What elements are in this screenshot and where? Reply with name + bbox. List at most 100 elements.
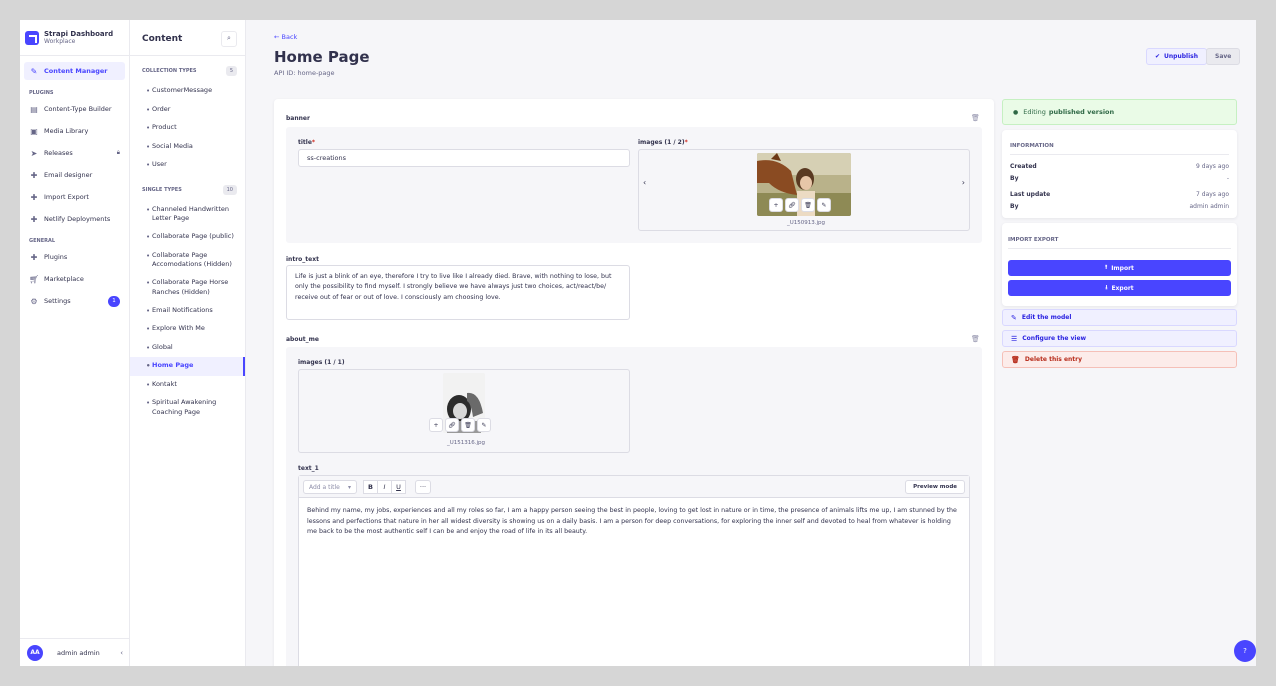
subnav-item-label: Channeled Handwritten Letter Page [152,204,230,223]
subnav-item[interactable]: • Collaborate Page Accomodations (Hidden) [130,247,245,275]
created-value: 9 days ago [1196,163,1229,170]
nav-email-designer[interactable]: ✚ Email designer [24,166,125,184]
collection-types-label[interactable]: COLLECTION TYPES [142,68,197,74]
subnav-item[interactable]: • Product [130,119,245,138]
nav-label: Content-Type Builder [44,105,112,113]
created-label: Created [1010,163,1037,170]
trash-icon[interactable]: 🗑︎ [461,418,475,432]
nav-label: Netlify Deployments [44,215,111,223]
import-button[interactable]: ⭱ Import [1008,260,1231,276]
subnav-item[interactable]: • Collaborate Page (public) [130,228,245,247]
user-menu[interactable]: AA admin admin ‹ [20,638,130,666]
single-types-label[interactable]: SINGLE TYPES [142,187,182,193]
nav-content-manager[interactable]: ✎ Content Manager [24,62,125,80]
italic-button[interactable]: I [377,480,392,494]
subnav-item-label: Kontakt [152,379,177,388]
nav-content-type-builder[interactable]: ▤ Content-Type Builder [24,100,125,118]
subnav-item-label: Order [152,104,171,113]
about-me-label: about_me [286,336,319,343]
subnav-item[interactable]: • Home Page [130,357,245,376]
text-1-label: text_1 [298,465,319,472]
preview-mode-button[interactable]: Preview mode [905,480,965,494]
search-button[interactable]: ⌕ [221,30,237,47]
subnav-item[interactable]: • Order [130,101,245,120]
nav-netlify-deployments[interactable]: ✚ Netlify Deployments [24,210,125,228]
edit-form: banner 🗑︎ title* ss-creations images (1 … [274,99,994,666]
configure-view-button[interactable]: ☰ Configure the view [1002,330,1237,347]
unpublish-button[interactable]: ✔ Unpublish [1146,48,1207,65]
brand-subtitle: Workplace [44,38,76,45]
link-icon[interactable]: 🔗︎ [785,198,799,212]
subnav-item[interactable]: • User [130,156,245,175]
underline-button[interactable]: U [391,480,406,494]
settings-badge: 1 [108,295,120,307]
pencil-icon[interactable]: ✎ [817,198,831,212]
chevron-right-icon[interactable]: › [962,178,965,187]
subnav-item[interactable]: • CustomerMessage [130,82,245,101]
created-by-value: - [1226,175,1229,182]
text-1-content[interactable]: Behind my name, my jobs, experiences and… [307,506,957,538]
about-images-input[interactable]: + 🔗︎ 🗑︎ ✎ _U151316.jpg [298,369,630,453]
main-nav: Strapi Dashboard Workplace ✎ Content Man… [20,20,130,666]
nav-marketplace[interactable]: 🛒︎ Marketplace [24,270,125,288]
title-input[interactable]: ss-creations [298,149,630,167]
single-types-count: 10 [222,184,237,195]
subnav-item[interactable]: • Social Media [130,138,245,157]
add-icon[interactable]: + [429,418,443,432]
brand: Strapi Dashboard Workplace [20,20,129,56]
bold-button[interactable]: B [363,480,378,494]
banner-images-label: images (1 / 2)* [638,139,688,146]
divider [1008,248,1231,249]
about-image-actions: + 🔗︎ 🗑︎ ✎ [429,418,491,432]
save-button[interactable]: Save [1206,48,1241,65]
nav-import-export[interactable]: ✚ Import Export [24,188,125,206]
subnav-item-label: Product [152,123,177,131]
import-export-panel: IMPORT EXPORT ⭱ Import ⭳ Export [1002,223,1237,306]
subnav-item[interactable]: • Global [130,339,245,358]
edit-model-label: Edit the model [1021,314,1072,321]
help-button[interactable]: ? [1234,640,1256,662]
trash-icon[interactable]: 🗑︎ [971,335,980,343]
delete-entry-button[interactable]: 🗑︎ Delete this entry [1002,351,1237,368]
subnav-item[interactable]: • Explore With Me [130,320,245,339]
add-icon[interactable]: + [769,198,783,212]
subnav-item-label: Spiritual Awakening Coaching Page [152,398,217,416]
layout-icon: ▤ [30,104,38,114]
link-icon[interactable]: 🔗︎ [445,418,459,432]
nav-releases[interactable]: ➤ Releases 🔒︎ [24,144,125,162]
subnav-item[interactable]: • Spiritual Awakening Coaching Page [130,394,245,422]
subnav-item-label: Collaborate Page Accomodations (Hidden) [152,250,232,269]
upload-icon: ⭱ [1105,264,1108,271]
export-button[interactable]: ⭳ Export [1008,280,1231,296]
chevron-left-icon[interactable]: ‹ [643,178,646,187]
subnav-item[interactable]: • Email Notifications [130,302,245,321]
subnav-item[interactable]: • Kontakt [130,376,245,395]
avatar: AA [27,644,43,661]
trash-icon[interactable]: 🗑︎ [971,114,980,122]
nav-plugins[interactable]: ✚ Plugins [24,248,125,266]
list-icon: ☰ [1011,334,1018,343]
subnav-item-label: CustomerMessage [152,86,213,94]
heading-select[interactable]: Add a title ▾ [303,480,357,494]
main-content: ← Back Home Page API ID: home-page ✔ Unp… [246,20,1256,666]
collection-types-count: 5 [225,66,237,76]
back-link[interactable]: ← Back [274,33,297,41]
more-options-button[interactable]: ··· [415,480,431,494]
nav-label: Settings [44,297,71,305]
banner-images-input[interactable]: ‹ › + 🔗︎ 🗑︎ ✎ _U150913.jpg [638,149,970,231]
subnav-item[interactable]: • Collaborate Page Horse Ranches (Hidden) [130,274,245,302]
text-1-editor[interactable]: Add a title ▾ B I U ··· Preview mode Beh… [298,475,970,666]
api-id: API ID: home-page [274,69,335,77]
configure-view-label: Configure the view [1022,335,1087,342]
pencil-icon[interactable]: ✎ [477,418,491,432]
editor-toolbar: Add a title ▾ B I U ··· Preview mode [299,476,969,498]
intro-text-input[interactable]: Life is just a blink of an eye, therefor… [286,265,630,320]
nav-media-library[interactable]: ▣ Media Library [24,122,125,140]
subnav-item[interactable]: • Channeled Handwritten Letter Page [130,201,245,229]
pencil-icon: ✎ [1011,313,1017,322]
nav-settings[interactable]: ⚙ Settings 1 [24,292,125,310]
last-update-value: 7 days ago [1196,191,1229,198]
edit-model-button[interactable]: ✎ Edit the model [1002,309,1237,326]
trash-icon[interactable]: 🗑︎ [801,198,815,212]
collapse-nav-icon[interactable]: ‹ [120,649,123,657]
